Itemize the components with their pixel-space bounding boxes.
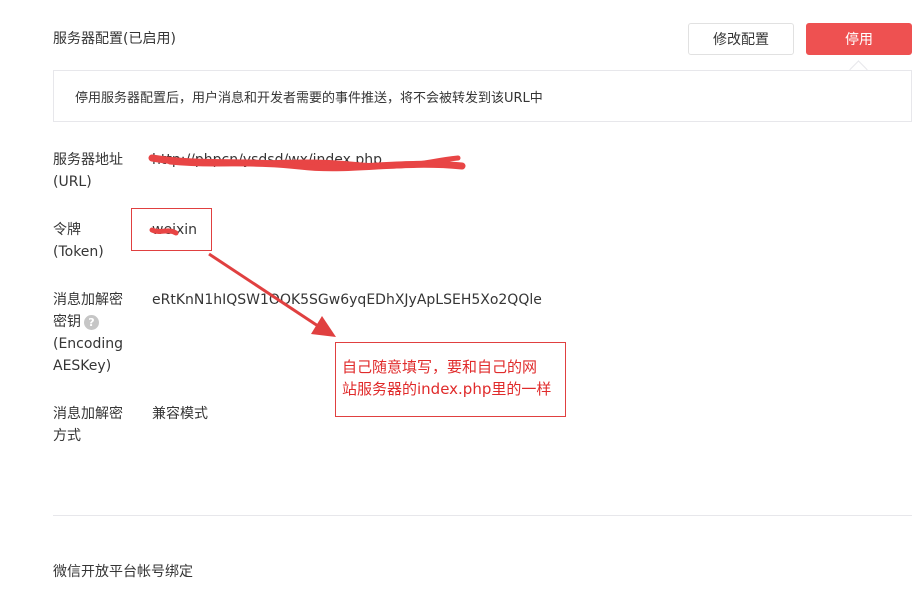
aeskey-label-line2-wrap: 密钥? [53, 311, 123, 333]
url-label-line2: (URL) [53, 174, 92, 190]
mode-label-line1: 消息加解密 [53, 406, 123, 422]
token-label: 令牌 (Token) [53, 219, 104, 263]
annotation-line2: 站服务器的index.php里的一样 [342, 380, 552, 398]
url-label-line1: 服务器地址 [53, 152, 123, 168]
help-icon[interactable]: ? [84, 314, 99, 330]
aeskey-label-line4: AESKey) [53, 358, 112, 374]
aeskey-label: 消息加解密 密钥? (Encoding AESKey) [53, 289, 123, 377]
notice-text: 停用服务器配置后，用户消息和开发者需要的事件推送，将不会被转发到该URL中 [75, 90, 543, 106]
open-platform-title: 微信开放平台帐号绑定 [53, 564, 193, 580]
mode-label: 消息加解密 方式 [53, 403, 123, 447]
section-title: 服务器配置(已启用) [53, 31, 176, 47]
aeskey-value: eRtKnN1hIQSW1OOK5SGw6yqEDhXJyApLSEH5Xo2Q… [152, 292, 542, 308]
section-divider [53, 515, 912, 516]
disable-button[interactable]: 停用 [806, 23, 912, 55]
aeskey-label-line2: 密钥 [53, 314, 81, 330]
aeskey-label-line1: 消息加解密 [53, 292, 123, 308]
token-value: weixin [152, 222, 198, 238]
url-label: 服务器地址 (URL) [53, 149, 123, 193]
token-label-line2: (Token) [53, 244, 104, 260]
token-label-line1: 令牌 [53, 222, 81, 238]
aeskey-label-line3: (Encoding [53, 336, 123, 352]
edit-config-button[interactable]: 修改配置 [688, 23, 794, 55]
annotation-box: 自己随意填写，要和自己的网 站服务器的index.php里的一样 [335, 342, 566, 417]
notice-box: 停用服务器配置后，用户消息和开发者需要的事件推送，将不会被转发到该URL中 [53, 70, 912, 122]
mode-value: 兼容模式 [152, 406, 208, 422]
annotation-line1: 自己随意填写，要和自己的网 [342, 358, 538, 376]
url-value: http://phpcn/ysdsd/wx/index.php [152, 152, 383, 168]
mode-label-line2: 方式 [53, 428, 81, 444]
